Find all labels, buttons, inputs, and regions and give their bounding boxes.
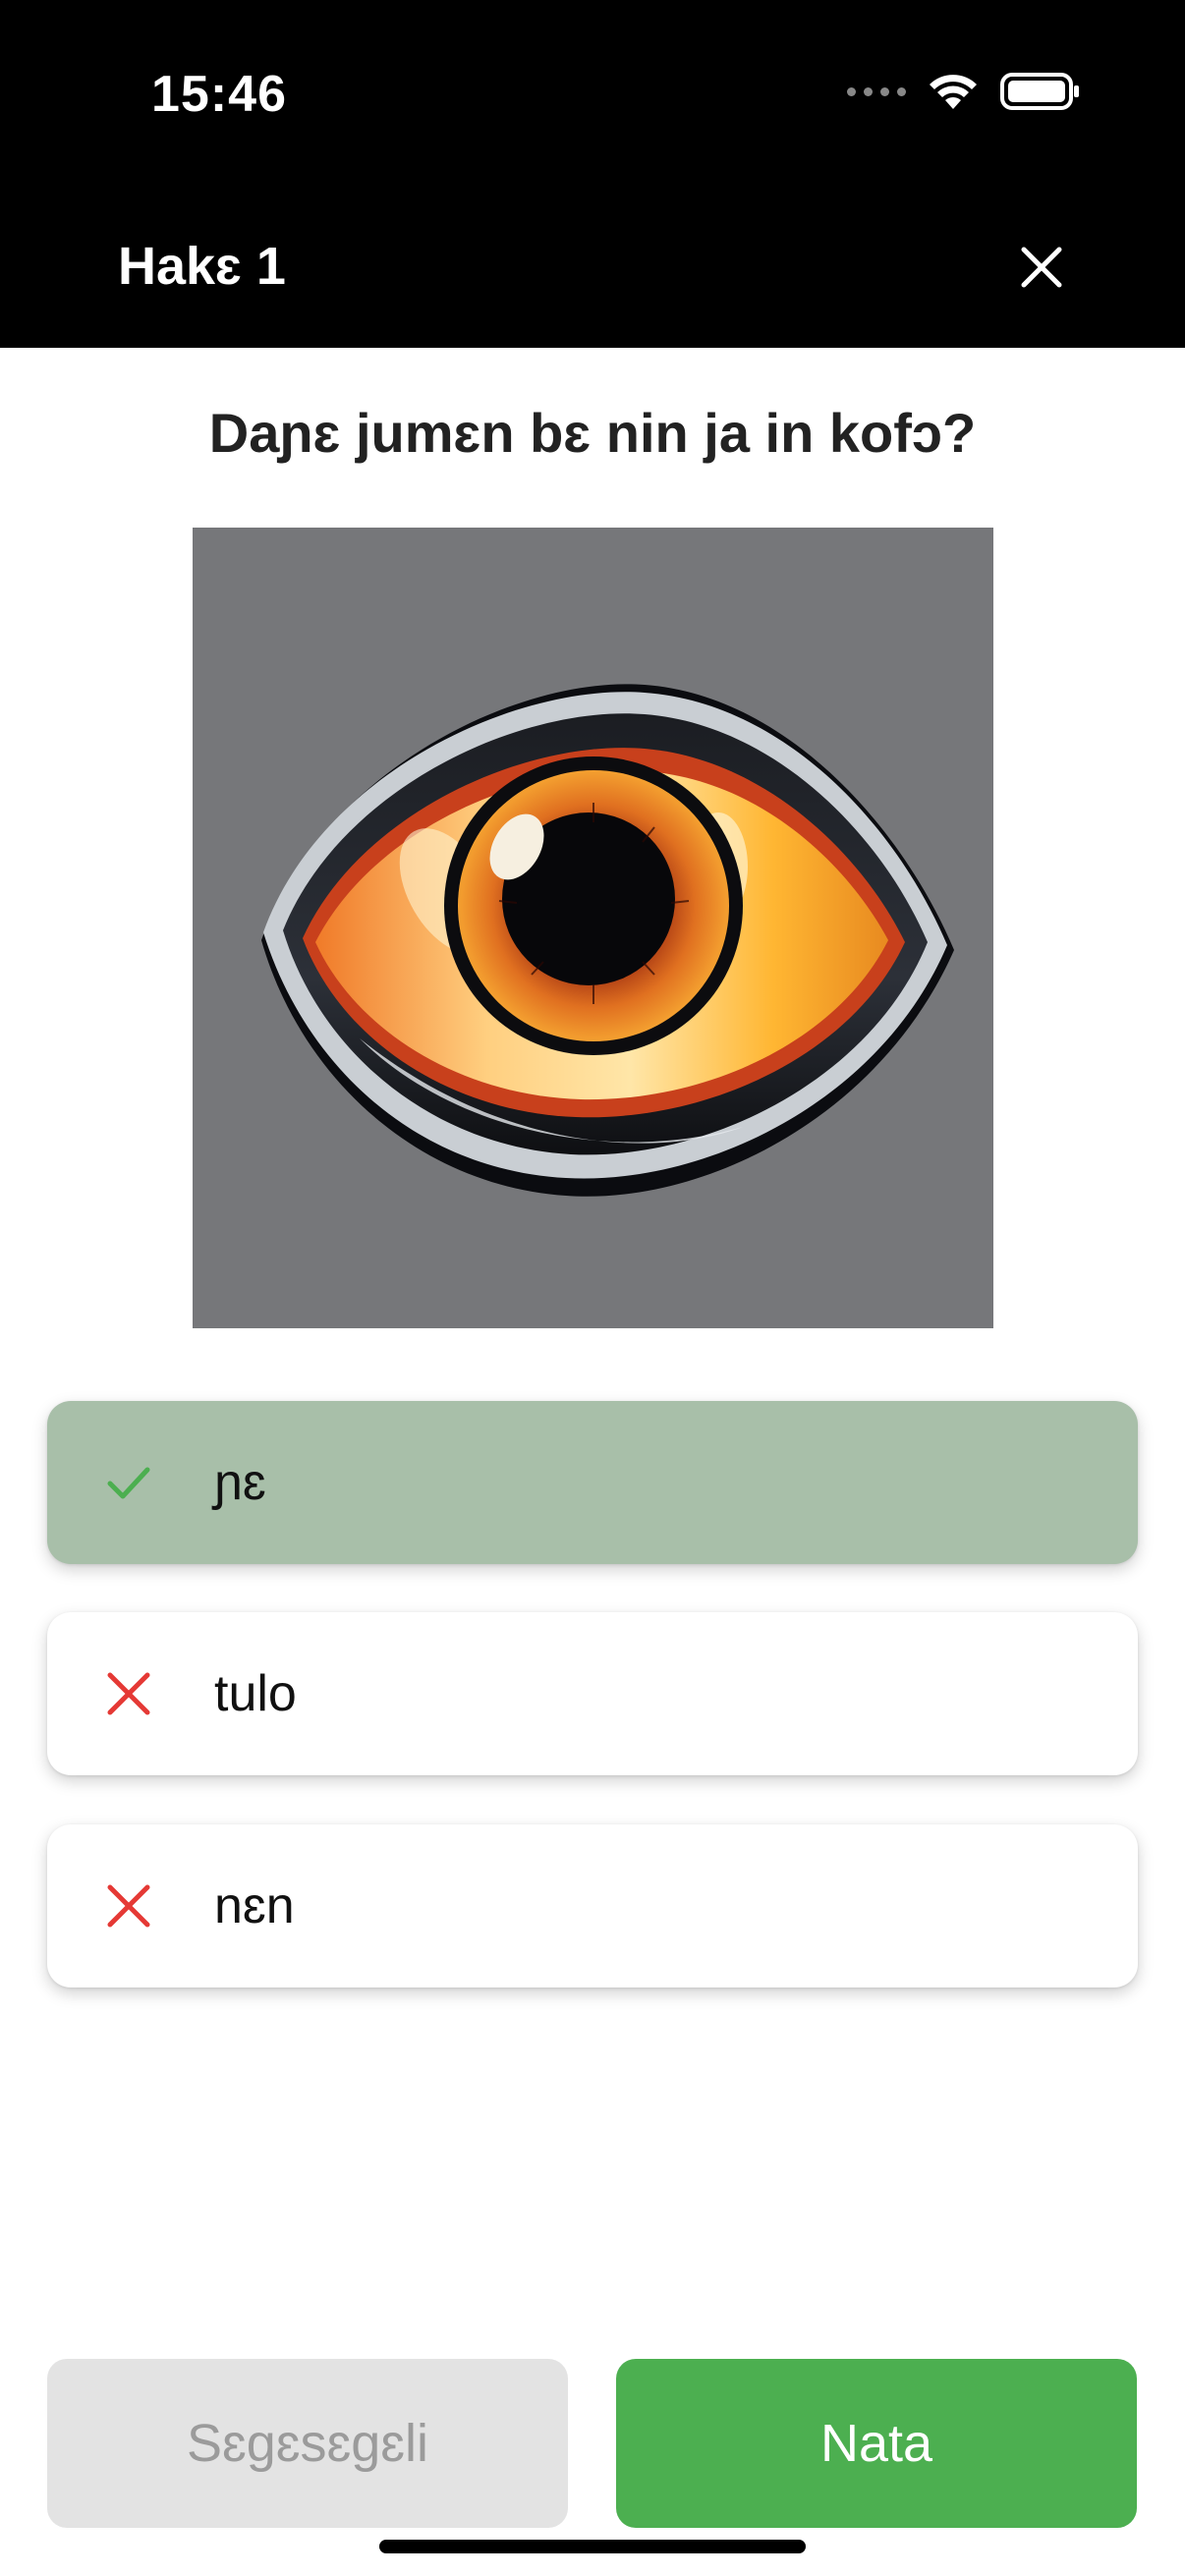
- battery-icon: [1000, 73, 1079, 110]
- status-icons: [847, 71, 1081, 112]
- close-icon: [107, 1884, 150, 1928]
- wifi-icon: [930, 75, 977, 109]
- status-time: 15:46: [151, 66, 287, 123]
- close-icon[interactable]: [1016, 242, 1067, 293]
- answer-option-label: tulo: [214, 1665, 297, 1722]
- app-header: Hakɛ 1: [0, 187, 1185, 348]
- close-icon: [107, 1672, 150, 1715]
- page-title: Hakɛ 1: [118, 237, 286, 296]
- answer-option-3[interactable]: nɛn: [47, 1824, 1138, 1988]
- answer-option-2[interactable]: tulo: [47, 1612, 1138, 1775]
- home-indicator: [379, 2540, 806, 2553]
- check-icon: [107, 1467, 150, 1499]
- answer-option-1[interactable]: ɲɛ: [47, 1401, 1138, 1564]
- next-button[interactable]: Nata: [616, 2359, 1137, 2528]
- answer-option-label: ɲɛ: [214, 1454, 266, 1511]
- status-bar: 15:46: [0, 0, 1185, 187]
- question-image: [193, 528, 993, 1328]
- cellular-signal-icon: [847, 86, 906, 96]
- question-text: Daɲɛ jumɛn bɛ nin ja in kofɔ?: [208, 402, 977, 464]
- check-answer-button[interactable]: Sɛgɛsɛgɛli: [47, 2359, 568, 2528]
- answer-option-label: nɛn: [214, 1877, 295, 1934]
- eye-illustration: [261, 684, 954, 1197]
